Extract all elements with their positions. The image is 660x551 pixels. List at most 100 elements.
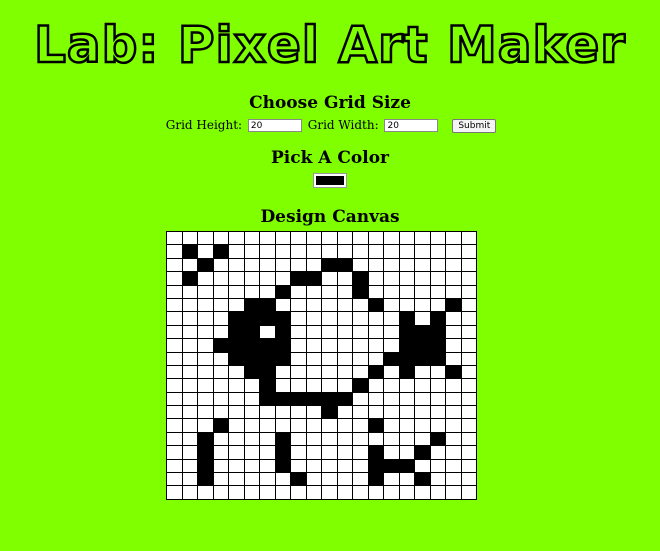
canvas-cell[interactable] bbox=[429, 271, 446, 286]
canvas-cell[interactable] bbox=[336, 257, 353, 273]
canvas-cell[interactable] bbox=[445, 257, 462, 273]
canvas-cell[interactable] bbox=[290, 351, 307, 366]
canvas-cell[interactable] bbox=[212, 378, 229, 393]
canvas-cell[interactable] bbox=[398, 485, 415, 500]
canvas-cell[interactable] bbox=[460, 244, 477, 259]
canvas-cell[interactable] bbox=[197, 351, 214, 366]
canvas-cell[interactable] bbox=[429, 431, 446, 447]
canvas-cell[interactable] bbox=[398, 364, 415, 380]
canvas-cell[interactable] bbox=[259, 297, 276, 313]
canvas-cell[interactable] bbox=[460, 418, 477, 433]
canvas-cell[interactable] bbox=[429, 311, 446, 326]
canvas-cell[interactable] bbox=[181, 311, 198, 326]
canvas-cell[interactable] bbox=[445, 284, 462, 299]
canvas-cell[interactable] bbox=[166, 284, 183, 299]
canvas-cell[interactable] bbox=[243, 311, 260, 326]
canvas-cell[interactable] bbox=[166, 472, 183, 487]
canvas-cell[interactable] bbox=[259, 324, 276, 340]
canvas-cell[interactable] bbox=[429, 364, 446, 380]
canvas-cell[interactable] bbox=[398, 284, 415, 299]
canvas-cell[interactable] bbox=[212, 297, 229, 313]
canvas-cell[interactable] bbox=[212, 391, 229, 407]
canvas-cell[interactable] bbox=[274, 338, 291, 353]
canvas-cell[interactable] bbox=[305, 405, 322, 420]
canvas-cell[interactable] bbox=[243, 378, 260, 393]
canvas-cell[interactable] bbox=[336, 472, 353, 487]
canvas-cell[interactable] bbox=[259, 445, 276, 460]
canvas-cell[interactable] bbox=[445, 445, 462, 460]
canvas-cell[interactable] bbox=[290, 431, 307, 447]
canvas-cell[interactable] bbox=[445, 351, 462, 366]
canvas-cell[interactable] bbox=[398, 257, 415, 273]
canvas-cell[interactable] bbox=[321, 351, 338, 366]
canvas-cell[interactable] bbox=[352, 378, 369, 393]
canvas-cell[interactable] bbox=[228, 485, 245, 500]
canvas-cell[interactable] bbox=[445, 458, 462, 474]
canvas-cell[interactable] bbox=[228, 338, 245, 353]
canvas-cell[interactable] bbox=[352, 445, 369, 460]
canvas-cell[interactable] bbox=[305, 297, 322, 313]
canvas-cell[interactable] bbox=[290, 297, 307, 313]
canvas-cell[interactable] bbox=[367, 391, 384, 407]
canvas-cell[interactable] bbox=[336, 431, 353, 447]
canvas-cell[interactable] bbox=[181, 271, 198, 286]
canvas-cell[interactable] bbox=[259, 391, 276, 407]
canvas-cell[interactable] bbox=[212, 244, 229, 259]
canvas-cell[interactable] bbox=[228, 230, 245, 246]
canvas-cell[interactable] bbox=[212, 284, 229, 299]
canvas-cell[interactable] bbox=[383, 311, 400, 326]
canvas-cell[interactable] bbox=[429, 405, 446, 420]
canvas-cell[interactable] bbox=[445, 311, 462, 326]
canvas-cell[interactable] bbox=[290, 418, 307, 433]
canvas-cell[interactable] bbox=[197, 485, 214, 500]
canvas-cell[interactable] bbox=[305, 324, 322, 340]
canvas-cell[interactable] bbox=[321, 297, 338, 313]
canvas-cell[interactable] bbox=[460, 485, 477, 500]
canvas-cell[interactable] bbox=[383, 458, 400, 474]
canvas-cell[interactable] bbox=[321, 271, 338, 286]
canvas-cell[interactable] bbox=[429, 257, 446, 273]
canvas-cell[interactable] bbox=[181, 485, 198, 500]
canvas-cell[interactable] bbox=[274, 445, 291, 460]
canvas-cell[interactable] bbox=[414, 405, 431, 420]
canvas-cell[interactable] bbox=[336, 485, 353, 500]
canvas-cell[interactable] bbox=[429, 485, 446, 500]
canvas-cell[interactable] bbox=[414, 271, 431, 286]
canvas-cell[interactable] bbox=[352, 391, 369, 407]
canvas-cell[interactable] bbox=[321, 364, 338, 380]
canvas-cell[interactable] bbox=[259, 311, 276, 326]
canvas-cell[interactable] bbox=[243, 364, 260, 380]
canvas-cell[interactable] bbox=[305, 364, 322, 380]
canvas-cell[interactable] bbox=[259, 418, 276, 433]
canvas-cell[interactable] bbox=[228, 378, 245, 393]
canvas-cell[interactable] bbox=[367, 257, 384, 273]
canvas-cell[interactable] bbox=[305, 485, 322, 500]
canvas-cell[interactable] bbox=[290, 445, 307, 460]
canvas-cell[interactable] bbox=[352, 485, 369, 500]
canvas-cell[interactable] bbox=[445, 405, 462, 420]
canvas-cell[interactable] bbox=[212, 472, 229, 487]
canvas-cell[interactable] bbox=[336, 297, 353, 313]
canvas-cell[interactable] bbox=[429, 391, 446, 407]
canvas-cell[interactable] bbox=[367, 364, 384, 380]
canvas-cell[interactable] bbox=[445, 418, 462, 433]
canvas-cell[interactable] bbox=[398, 271, 415, 286]
canvas-cell[interactable] bbox=[197, 230, 214, 246]
canvas-cell[interactable] bbox=[228, 391, 245, 407]
canvas-cell[interactable] bbox=[166, 230, 183, 246]
canvas-cell[interactable] bbox=[212, 324, 229, 340]
canvas-cell[interactable] bbox=[197, 378, 214, 393]
canvas-cell[interactable] bbox=[228, 445, 245, 460]
canvas-cell[interactable] bbox=[259, 378, 276, 393]
canvas-cell[interactable] bbox=[352, 311, 369, 326]
canvas-cell[interactable] bbox=[290, 485, 307, 500]
canvas-cell[interactable] bbox=[321, 472, 338, 487]
canvas-cell[interactable] bbox=[197, 271, 214, 286]
canvas-cell[interactable] bbox=[352, 257, 369, 273]
canvas-cell[interactable] bbox=[290, 284, 307, 299]
canvas-cell[interactable] bbox=[228, 431, 245, 447]
canvas-cell[interactable] bbox=[181, 338, 198, 353]
canvas-cell[interactable] bbox=[181, 284, 198, 299]
canvas-cell[interactable] bbox=[367, 472, 384, 487]
canvas-cell[interactable] bbox=[414, 257, 431, 273]
